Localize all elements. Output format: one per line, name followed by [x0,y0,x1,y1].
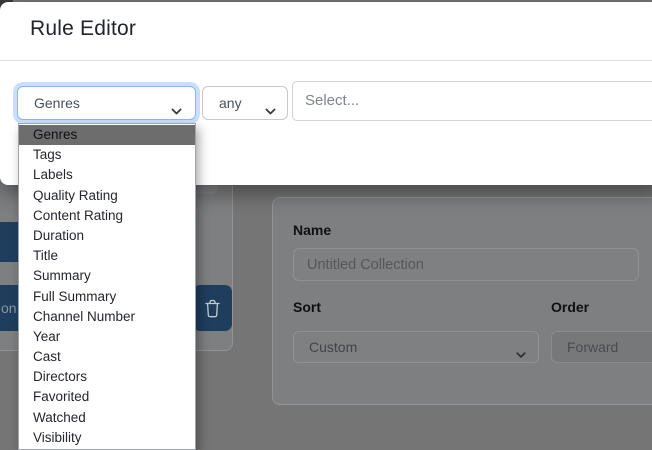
field-select[interactable]: Genres [17,86,196,120]
field-select-value: Genres [34,95,80,111]
dropdown-option[interactable]: Duration [19,226,195,246]
sort-select-value: Custom [309,339,357,355]
dropdown-option[interactable]: Quality Rating [19,186,195,206]
dropdown-option[interactable]: Labels [19,165,195,185]
order-select[interactable]: Forward [551,331,652,363]
dropdown-option[interactable]: Cast [19,347,195,367]
dropdown-option[interactable]: Channel Number [19,307,195,327]
order-label: Order [551,299,589,315]
dropdown-option[interactable]: Year [19,327,195,347]
operator-select-value: any [219,95,242,111]
dropdown-option[interactable]: Content Rating [19,206,195,226]
dropdown-option[interactable]: Favorited [19,387,195,407]
dropdown-option[interactable]: Genres [19,125,195,145]
trash-icon [205,299,220,318]
field-dropdown-list: GenresTagsLabelsQuality RatingContent Ra… [18,123,196,450]
chevron-down-icon [515,341,527,371]
delete-collection-button[interactable] [193,285,232,331]
chevron-down-icon [264,97,277,129]
value-picker-placeholder: Select... [305,82,359,120]
dropdown-option[interactable]: Visibility [19,428,195,448]
dropdown-option[interactable]: Title [19,246,195,266]
sort-label: Sort [293,299,321,315]
dropdown-option[interactable]: Summary [19,266,195,286]
value-picker[interactable]: Select... [292,81,652,121]
order-select-value: Forward [567,339,618,355]
modal-header: Rule Editor [0,2,652,61]
name-label: Name [293,222,331,238]
modal-title: Rule Editor [30,17,136,41]
dropdown-option[interactable]: Full Summary [19,287,195,307]
dropdown-option[interactable]: Tags [19,145,195,165]
collection-name-input[interactable] [293,248,639,281]
collection-item-partial-label: on [1,285,17,331]
dropdown-option[interactable]: Watched [19,408,195,428]
sort-select[interactable]: Custom [293,331,539,363]
collection-form-card: Name Sort Custom Order Forward [272,197,652,405]
dropdown-option[interactable]: Directors [19,367,195,387]
operator-select[interactable]: any [202,86,288,120]
